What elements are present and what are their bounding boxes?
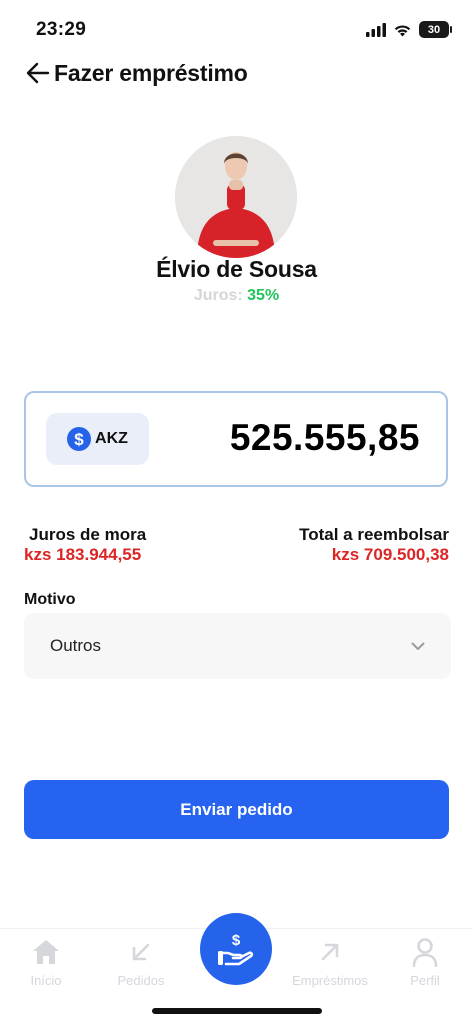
- tab-home-label: Início: [30, 973, 62, 988]
- currency-label: AKZ: [95, 430, 128, 447]
- tab-profile[interactable]: Perfil: [385, 937, 465, 988]
- total-repay: Total a reembolsar kzs 709.500,38: [299, 525, 449, 565]
- arrow-down-left-icon: [132, 943, 150, 961]
- home-icon: [33, 940, 59, 964]
- new-loan-fab[interactable]: $: [200, 913, 272, 985]
- reason-value: Outros: [50, 636, 102, 655]
- hand-money-icon: $: [218, 932, 254, 966]
- late-interest-value: kzs 183.944,55: [24, 545, 142, 564]
- tab-profile-label: Perfil: [410, 973, 440, 988]
- interest-rate-label: Juros:: [193, 287, 248, 304]
- amount-card[interactable]: $ AKZ 525.555,85: [24, 391, 448, 487]
- late-interest-label: Juros de mora: [29, 525, 147, 544]
- page-title: Fazer empréstimo: [54, 59, 248, 86]
- wifi-icon: [394, 24, 411, 36]
- tab-loans[interactable]: Empréstimos: [290, 937, 370, 988]
- reason-label: Motivo: [24, 591, 76, 608]
- total-repay-label: Total a reembolsar: [299, 525, 449, 544]
- tab-home[interactable]: Início: [6, 937, 86, 988]
- svg-text:$: $: [232, 932, 241, 949]
- tab-requests-label: Pedidos: [117, 973, 165, 988]
- home-indicator: [152, 1008, 322, 1014]
- interest-rate: Juros: 35%: [0, 287, 473, 305]
- dollar-icon: $: [67, 427, 92, 451]
- reason-select[interactable]: Outros: [24, 613, 451, 679]
- header: Fazer empréstimo: [24, 56, 248, 90]
- total-repay-value: kzs 709.500,38: [331, 545, 449, 564]
- arrow-up-right-icon: [321, 943, 339, 961]
- back-button[interactable]: [24, 59, 52, 87]
- user-icon: [412, 938, 438, 967]
- tab-requests[interactable]: Pedidos: [101, 937, 181, 988]
- svg-text:$: $: [74, 430, 84, 448]
- profile-name: Élvio de Sousa: [156, 256, 317, 282]
- status-time: 23:29: [36, 19, 87, 40]
- interest-rate-value: 35%: [247, 287, 280, 304]
- avatar-portrait-icon: [175, 136, 297, 258]
- signal-icon: [366, 22, 386, 37]
- chevron-down-icon: [411, 642, 425, 650]
- currency-selector[interactable]: $ AKZ: [46, 413, 149, 465]
- status-icons: 30: [366, 21, 452, 38]
- late-interest: Juros de mora kzs 183.944,55: [24, 525, 146, 565]
- submit-request-button[interactable]: Enviar pedido: [24, 780, 449, 839]
- status-bar: 23:29 30: [0, 0, 473, 58]
- battery-icon: 30: [419, 21, 452, 38]
- arrow-left-icon: [26, 62, 50, 84]
- amount-input[interactable]: 525.555,85: [230, 417, 420, 459]
- tab-loans-label: Empréstimos: [292, 973, 368, 988]
- avatar: [175, 136, 297, 258]
